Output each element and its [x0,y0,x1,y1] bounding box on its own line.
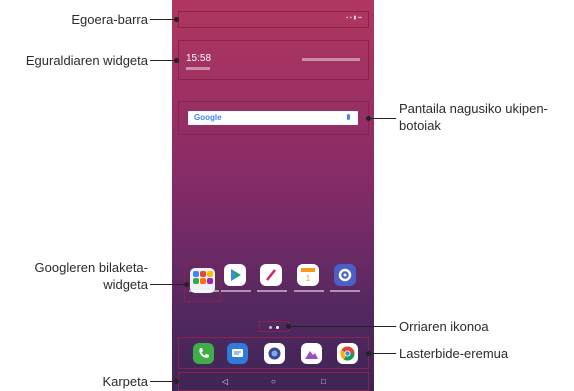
gallery-icon[interactable] [301,343,322,364]
label-status-bar: Egoera-barra [71,12,148,27]
camera-icon[interactable] [264,343,285,364]
mic-icon[interactable] [347,114,350,120]
phone-icon[interactable] [193,343,214,364]
clock-text: 15:58 [186,53,212,64]
app-label [294,290,324,292]
recent-apps-button[interactable]: □ [321,377,326,386]
callout-dot [174,58,179,63]
callout-line [150,19,174,20]
page-dot-active [276,326,279,329]
label-home-touch-buttons-2: botoiak [399,118,441,133]
home-app-row: 1 [184,264,364,304]
shortcut-dock [178,337,369,369]
callout-line [370,353,396,354]
navigation-bar: ◁ ○ □ [178,372,369,391]
home-button[interactable]: ○ [271,377,276,386]
callout-line [150,381,174,382]
callout-line [150,284,184,285]
home-touch-buttons-area: Google [178,101,369,135]
chrome-icon[interactable] [337,343,358,364]
callout-dot [174,379,179,384]
app-label [189,290,219,292]
label-page-icon: Orriaren ikonoa [399,319,489,334]
qslide-icon[interactable] [260,264,282,286]
callout-dot [184,282,189,287]
label-folder: Karpeta [102,374,148,389]
calendar-icon[interactable]: 1 [297,264,319,286]
label-google-search-1: Googleren bilaketa- [34,260,148,275]
back-button[interactable]: ◁ [222,377,228,386]
google-search-bar[interactable]: Google [188,111,358,125]
label-home-touch-buttons-1: Pantaila nagusiko ukipen- [399,101,548,116]
label-shortcut-area: Lasterbide-eremua [399,346,509,361]
app-label [221,290,251,292]
callout-line [289,326,396,327]
label-weather-widget: Eguraldiaren widgeta [25,53,148,68]
callout-dot [366,116,371,121]
play-store-icon[interactable] [224,264,246,286]
label-google-search-2: widgeta [103,277,148,292]
google-logo: Google [194,113,222,122]
callout-dot [286,324,291,329]
status-bar: ▪ ▪ ▮ ▪▪ [178,11,369,28]
settings-icon[interactable] [334,264,356,286]
date-text [186,67,210,70]
weather-widget[interactable]: 15:58 [178,40,369,80]
callout-dot [366,351,371,356]
app-label [257,290,287,292]
messages-icon[interactable] [227,343,248,364]
page-indicator[interactable] [259,321,289,332]
status-icons: ▪ ▪ ▮ ▪▪ [346,15,362,21]
weather-text [302,58,360,61]
app-label [330,290,360,292]
svg-text:1: 1 [306,274,311,283]
callout-line [370,118,396,119]
page-dot [269,326,272,329]
callout-dot [174,17,179,22]
callout-line [150,60,174,61]
